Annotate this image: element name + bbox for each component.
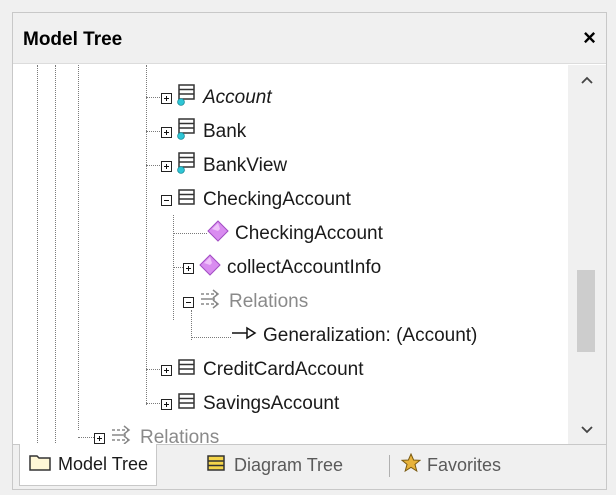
expand-icon[interactable]	[161, 364, 172, 376]
tab-favorites[interactable]: Favorites	[400, 445, 502, 485]
tree-item-label: SavingsAccount	[203, 393, 340, 414]
class-icon	[177, 188, 197, 212]
expand-icon[interactable]	[161, 126, 172, 138]
tree-item-label: CheckingAccount	[235, 223, 383, 244]
expand-icon[interactable]	[161, 398, 172, 410]
panel-title: Model Tree	[23, 29, 123, 50]
tree-item-bankview[interactable]: BankView	[161, 151, 287, 181]
tree-guide-line	[173, 267, 183, 268]
tree-item-label: collectAccountInfo	[227, 257, 382, 278]
tab-model-tree[interactable]: Model Tree	[19, 444, 158, 486]
expand-icon[interactable]	[94, 432, 105, 444]
tree-item-label: CheckingAccount	[203, 189, 351, 210]
chevron-up-icon[interactable]	[568, 65, 606, 95]
tree-guide-line	[78, 65, 79, 430]
tree-item-account[interactable]: Account	[161, 83, 272, 113]
collapse-icon[interactable]	[183, 296, 194, 308]
tree-item-creditcardaccount[interactable]: CreditCardAccount	[161, 355, 364, 385]
tab-label: Diagram Tree	[234, 454, 344, 475]
panel-title-bar: Model Tree ×	[13, 13, 606, 64]
folder-icon	[28, 452, 52, 477]
expand-icon[interactable]	[161, 160, 172, 172]
favorites-icon	[400, 452, 422, 478]
class-icon	[177, 358, 197, 382]
vertical-scrollbar[interactable]	[568, 65, 606, 445]
tree-item-relations-root[interactable]: Relations	[94, 423, 219, 445]
tree-item-checkingaccount[interactable]: CheckingAccount	[161, 185, 351, 215]
tree-guide-line	[146, 165, 162, 166]
panel-tab-bar: Model Tree Diagram Tree Favorites	[13, 444, 606, 489]
tree-item-label: Bank	[203, 121, 247, 142]
tree-item-label: Relations	[229, 291, 309, 312]
expand-icon[interactable]	[161, 92, 172, 104]
tab-separator	[389, 455, 390, 477]
tree-guide-line	[146, 65, 147, 405]
scrollbar-thumb[interactable]	[577, 270, 595, 352]
model-tree-panel: Model Tree × Account Bank BankView Check…	[12, 12, 607, 490]
tree-item-relations[interactable]: Relations	[183, 287, 308, 317]
tree-guide-line	[146, 403, 162, 404]
tree-guide-line	[146, 369, 162, 370]
chevron-down-icon[interactable]	[568, 415, 606, 445]
tree-item-collectaccountinfo[interactable]: collectAccountInfo	[183, 253, 381, 283]
tree-item-label: Account	[203, 87, 272, 108]
close-icon[interactable]: ×	[583, 25, 596, 51]
tab-label: Model Tree	[58, 454, 149, 474]
tab-label: Favorites	[427, 454, 502, 475]
collapse-icon[interactable]	[161, 194, 172, 206]
tree-item-checkingaccount-operation[interactable]: CheckingAccount	[207, 219, 383, 249]
tree-guide-line	[55, 65, 56, 445]
class-icon	[177, 392, 197, 416]
tree-guide-line	[78, 437, 94, 438]
tree-item-label: CreditCardAccount	[203, 359, 364, 380]
tree-guide-line	[191, 337, 231, 338]
class-icon	[177, 118, 197, 146]
operation-icon	[199, 254, 221, 282]
tree-guide-line	[146, 131, 162, 132]
tab-diagram-tree[interactable]: Diagram Tree	[206, 445, 343, 485]
relations-icon	[199, 289, 223, 315]
tree-item-generalization[interactable]: Generalization: (Account)	[231, 321, 477, 351]
generalization-icon	[231, 325, 257, 347]
tree-item-label: Relations	[140, 427, 220, 445]
tree-item-savingsaccount[interactable]: SavingsAccount	[161, 389, 339, 419]
relations-icon	[110, 425, 134, 445]
class-icon	[177, 152, 197, 180]
expand-icon[interactable]	[183, 262, 194, 274]
tree-guide-line	[37, 65, 38, 445]
model-tree: Account Bank BankView CheckingAccount Ch…	[15, 65, 567, 445]
class-icon	[177, 84, 197, 112]
diagram-icon	[206, 453, 228, 478]
operation-icon	[207, 220, 229, 248]
tree-guide-line	[146, 97, 162, 98]
tree-guide-line	[173, 233, 207, 234]
tree-item-bank[interactable]: Bank	[161, 117, 246, 147]
tree-item-label: BankView	[203, 155, 288, 176]
tree-item-label: Generalization: (Account)	[263, 325, 478, 346]
